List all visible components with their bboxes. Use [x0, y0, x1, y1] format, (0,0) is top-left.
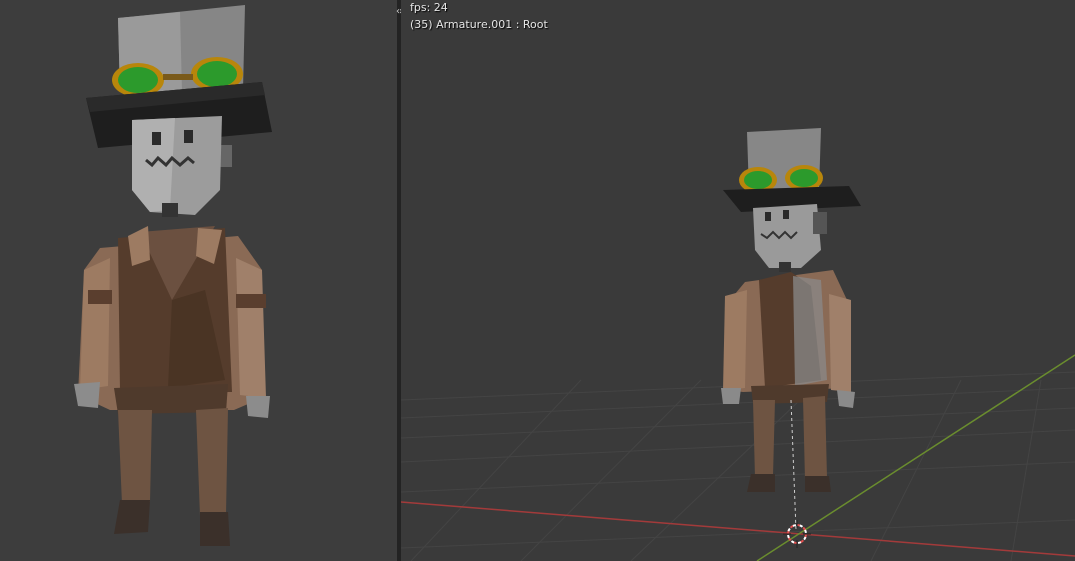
- viewport-left[interactable]: [0, 0, 397, 561]
- viewport-right[interactable]: fps: 24 (35) Armature.001 : Root: [401, 0, 1075, 561]
- character-body: [74, 226, 270, 546]
- fps-label: fps: 24: [410, 1, 448, 14]
- 3d-scene: [401, 128, 1075, 561]
- character-model-front: [74, 5, 272, 546]
- active-object-label: (35) Armature.001 : Root: [410, 18, 548, 31]
- character-model-perspective: [721, 128, 861, 492]
- x-axis-line: [401, 501, 1075, 557]
- robot-head: [132, 116, 232, 217]
- parent-relation-line: [790, 399, 797, 531]
